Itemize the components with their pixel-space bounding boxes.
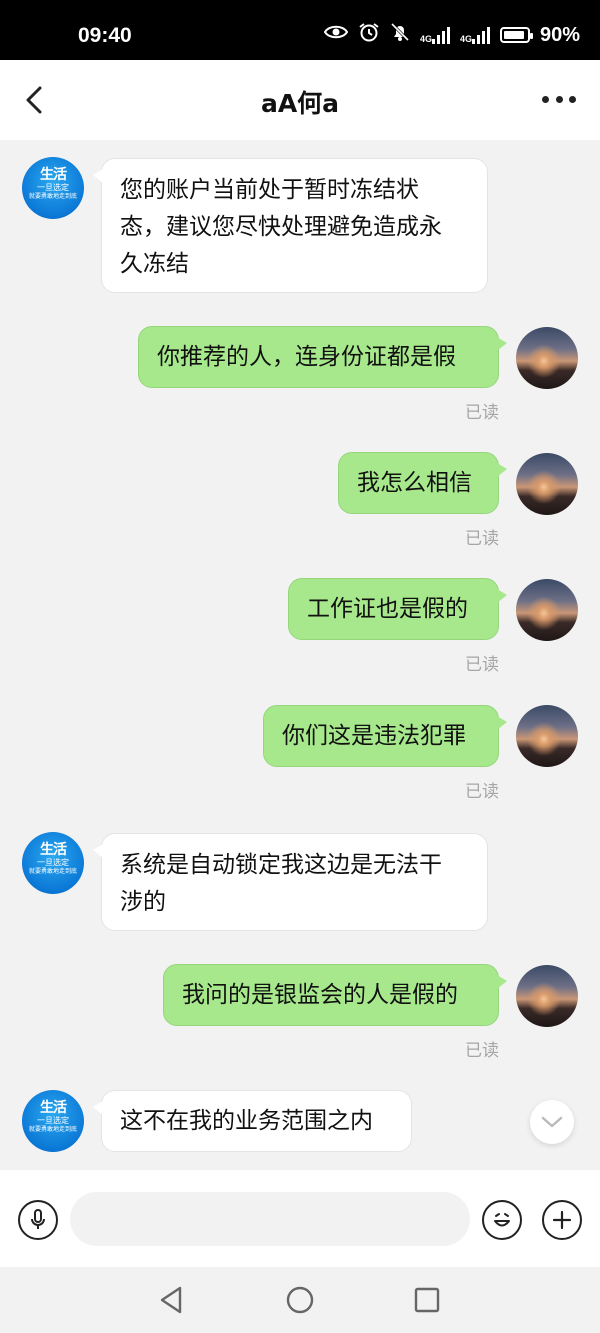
scroll-to-bottom-button[interactable]	[530, 1100, 574, 1144]
mute-bell-icon	[390, 22, 410, 48]
emoji-icon	[494, 1213, 510, 1227]
more-button[interactable]	[542, 96, 576, 106]
nav-recents-button[interactable]	[413, 1285, 441, 1319]
signal-bars-icon	[471, 26, 490, 44]
message-bubble-incoming[interactable]: 您的账户当前处于暂时冻结状 态，建议您尽快处理避免造成永 久冻结	[93, 158, 488, 293]
read-status: 已读	[465, 655, 499, 675]
message-bubble-outgoing[interactable]: 我问的是银监会的人是假的	[163, 964, 507, 1026]
message-bubble-outgoing[interactable]: 你推荐的人，连身份证都是假	[138, 326, 507, 388]
eye-icon	[323, 23, 349, 47]
message-bubble-incoming[interactable]: 这不在我的业务范围之内	[93, 1090, 412, 1152]
input-bar	[0, 1170, 600, 1267]
add-button[interactable]	[542, 1200, 582, 1240]
nav-back-button[interactable]	[156, 1285, 186, 1319]
battery-icon	[499, 27, 533, 43]
avatar-contact[interactable]: 生活 一旦选定 就要勇敢地走到底	[22, 1090, 84, 1152]
alarm-icon	[358, 22, 380, 48]
voice-button[interactable]	[18, 1200, 58, 1240]
chat-title: aA何a	[260, 89, 340, 118]
emoji-button[interactable]	[482, 1200, 522, 1240]
avatar-contact[interactable]: 生活 一旦选定 就要勇敢地走到底	[22, 157, 84, 219]
message-bubble-incoming[interactable]: 系统是自动锁定我这边是无法干 涉的	[93, 833, 488, 931]
avatar-self[interactable]	[516, 579, 578, 641]
read-status: 已读	[465, 1041, 499, 1061]
battery-percent: 90%	[539, 23, 580, 46]
message-bubble-outgoing[interactable]: 我怎么相信	[338, 452, 507, 514]
nav-home-button[interactable]	[285, 1285, 315, 1319]
more-dots-icon	[542, 96, 549, 103]
avatar-self[interactable]	[516, 705, 578, 767]
read-status: 已读	[465, 403, 499, 423]
back-triangle-icon	[160, 1286, 182, 1314]
status-icons: 4G 4G 90%	[323, 22, 580, 48]
status-time: 09:40	[78, 24, 132, 47]
message-bubble-outgoing[interactable]: 工作证也是假的	[288, 578, 507, 640]
home-circle-icon	[286, 1286, 314, 1314]
recents-square-icon	[414, 1287, 440, 1313]
message-bubble-outgoing[interactable]: 你们这是违法犯罪	[263, 705, 507, 767]
read-status: 已读	[465, 782, 499, 802]
message-input[interactable]	[70, 1192, 470, 1246]
avatar-contact[interactable]: 生活 一旦选定 就要勇敢地走到底	[22, 832, 84, 894]
avatar-self[interactable]	[516, 453, 578, 515]
avatar-self[interactable]	[516, 965, 578, 1027]
read-status: 已读	[465, 529, 499, 549]
system-nav-bar	[0, 1267, 600, 1333]
chevron-down-icon	[541, 1116, 563, 1128]
status-bar: 09:40 4G 4G 90%	[0, 0, 600, 60]
avatar-self[interactable]	[516, 327, 578, 389]
signal-bars-icon	[431, 26, 450, 44]
signal-2: 4G	[460, 26, 490, 44]
message-list[interactable]: 生活 一旦选定 就要勇敢地走到底 您的账户当前处于暂时冻结状 态，建议您尽快处理…	[0, 140, 600, 1170]
chat-header: aA何a	[0, 60, 600, 140]
microphone-icon	[31, 1209, 45, 1229]
plus-icon	[552, 1210, 572, 1230]
signal-1: 4G	[420, 26, 450, 44]
